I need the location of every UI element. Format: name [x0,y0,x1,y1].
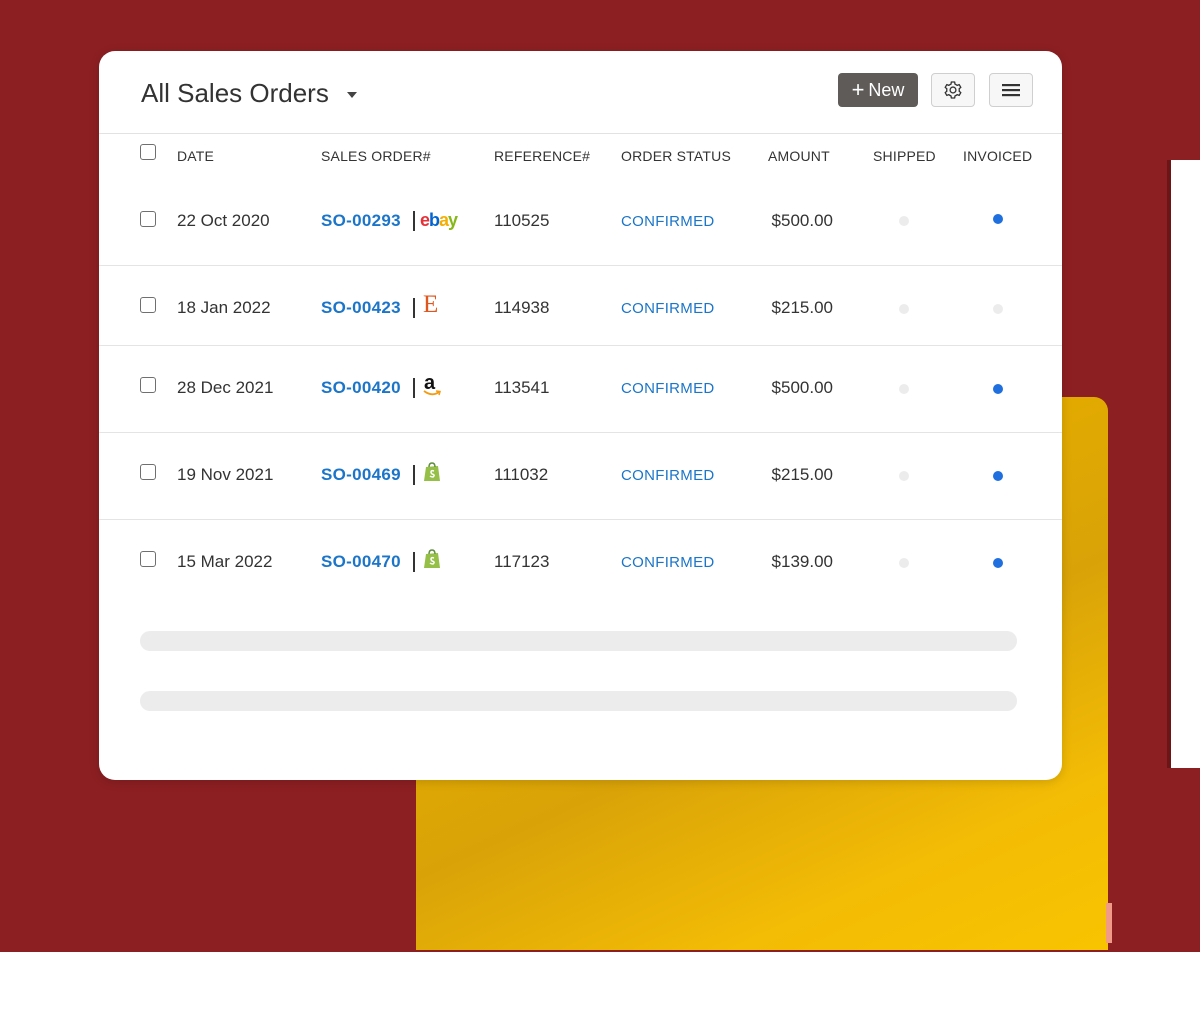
page-title[interactable]: All Sales Orders [141,78,329,109]
plus-icon: + [851,77,865,102]
row-checkbox[interactable] [140,297,156,313]
background-side-panel [1167,160,1200,768]
order-amount: $500.00 [771,211,833,230]
select-all-checkbox[interactable] [140,144,156,160]
card-header: All Sales Orders + New [99,51,1062,134]
new-button-label: New [868,79,905,100]
ebay-logo-icon: ebay [420,210,458,230]
order-date: 28 Dec 2021 [177,378,274,397]
reference-number: 111032 [494,465,549,484]
order-status: CONFIRMED [621,213,715,230]
order-amount: $500.00 [771,378,833,397]
separator [413,211,415,231]
order-status: CONFIRMED [621,300,715,317]
order-status: CONFIRMED [621,554,715,571]
row-checkbox[interactable] [140,377,156,393]
column-order-status[interactable]: ORDER STATUS [621,148,731,164]
table-row[interactable]: 15 Mar 2022 SO-00470 117123 CONFIRMED $1… [99,520,1062,600]
hamburger-menu-icon [1002,84,1020,97]
loading-placeholder [140,691,1017,711]
invoiced-status-dot [993,304,1003,314]
order-status: CONFIRMED [621,380,715,397]
etsy-logo-icon: E [423,291,439,318]
column-shipped[interactable]: SHIPPED [873,148,936,164]
sales-order-link[interactable]: SO-00470 [321,552,401,572]
separator [413,552,415,572]
sales-order-link[interactable]: SO-00469 [321,465,401,485]
loading-placeholder [140,631,1017,651]
shipped-status-dot [899,304,909,314]
shopify-logo-icon [424,462,440,481]
order-status: CONFIRMED [621,467,715,484]
order-date: 22 Oct 2020 [177,211,270,230]
column-invoiced[interactable]: INVOICED [963,148,1032,164]
amazon-logo-icon: a [423,372,441,396]
column-reference[interactable]: REFERENCE# [494,148,590,164]
column-amount[interactable]: AMOUNT [768,148,830,164]
row-checkbox[interactable] [140,551,156,567]
invoiced-status-dot [993,558,1003,568]
order-date: 18 Jan 2022 [177,298,271,317]
invoiced-status-dot [993,214,1003,224]
invoiced-status-dot [993,384,1003,394]
settings-button[interactable] [931,73,975,107]
separator [413,378,415,398]
table-row[interactable]: 18 Jan 2022 SO-00423 E 114938 CONFIRMED … [99,266,1062,346]
shipped-status-dot [899,384,909,394]
sales-orders-card: All Sales Orders + New DATE SALES ORDER#… [99,51,1062,780]
table-row[interactable]: 19 Nov 2021 SO-00469 111032 CONFIRMED $2… [99,433,1062,520]
order-date: 19 Nov 2021 [177,465,274,484]
column-date[interactable]: DATE [177,148,214,164]
background-accent [1106,903,1112,943]
reference-number: 114938 [494,298,550,317]
order-amount: $139.00 [771,552,833,571]
row-checkbox[interactable] [140,464,156,480]
reference-number: 113541 [494,378,550,397]
reference-number: 117123 [494,552,550,571]
sales-order-link[interactable]: SO-00293 [321,211,401,231]
amazon-smile-icon [423,390,441,396]
new-button[interactable]: + New [838,73,918,107]
shipped-status-dot [899,216,909,226]
separator [413,465,415,485]
shipped-status-dot [899,558,909,568]
table-row[interactable]: 22 Oct 2020 SO-00293 ebay 110525 CONFIRM… [99,178,1062,266]
sales-order-link[interactable]: SO-00420 [321,378,401,398]
column-sales-order[interactable]: SALES ORDER# [321,148,431,164]
row-checkbox[interactable] [140,211,156,227]
table-row[interactable]: 28 Dec 2021 SO-00420 a 113541 CONFIRMED … [99,346,1062,433]
invoiced-status-dot [993,471,1003,481]
table-header: DATE SALES ORDER# REFERENCE# ORDER STATU… [99,134,1062,178]
gear-icon [944,81,962,99]
sales-order-link[interactable]: SO-00423 [321,298,401,318]
separator [413,298,415,318]
order-date: 15 Mar 2022 [177,552,273,571]
reference-number: 110525 [494,211,550,230]
shopify-logo-icon [424,549,440,568]
menu-button[interactable] [989,73,1033,107]
order-amount: $215.00 [771,465,833,484]
shipped-status-dot [899,471,909,481]
order-amount: $215.00 [771,298,833,317]
chevron-down-icon[interactable] [347,92,357,98]
